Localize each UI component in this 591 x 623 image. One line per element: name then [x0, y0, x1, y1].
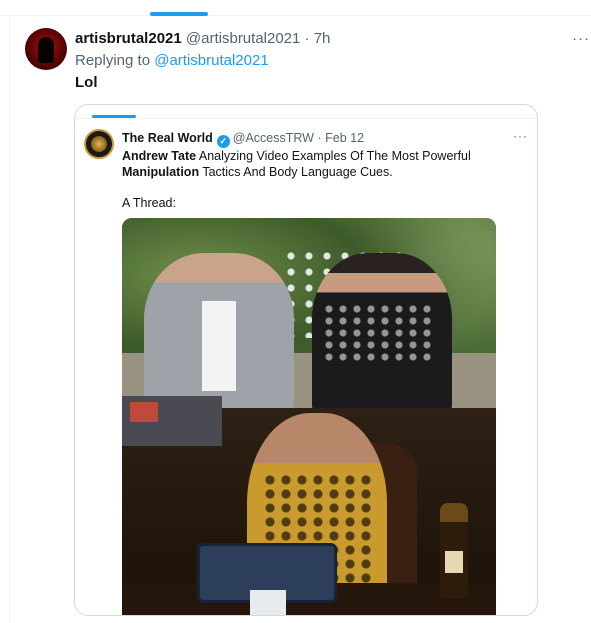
quoted-meta-separator: ·: [317, 131, 322, 145]
quoted-tweet-text: Andrew Tate Analyzing Video Examples Of …: [122, 148, 527, 180]
quoted-text-part-2: Tactics And Body Language Cues.: [199, 165, 393, 179]
author-avatar[interactable]: [25, 28, 67, 70]
top-divider: [0, 15, 591, 16]
tweet-header: artisbrutal2021 @artisbrutal2021 · 7h: [75, 29, 330, 49]
active-tab-indicator: [150, 12, 208, 16]
tweet-timestamp[interactable]: 7h: [314, 30, 331, 47]
quoted-text-part-1: Analyzing Video Examples Of The Most Pow…: [196, 149, 471, 163]
column-divider: [9, 16, 10, 623]
quoted-tweet-header: The Real World ✓ @AccessTRW · Feb 12: [122, 130, 364, 148]
replying-to-line: Replying to @artisbrutal2021: [75, 51, 269, 71]
author-handle[interactable]: @artisbrutal2021: [186, 30, 300, 47]
quote-divider: [75, 118, 537, 119]
quoted-author-avatar[interactable]: [84, 129, 114, 159]
quoted-thread-label: A Thread:: [122, 196, 176, 210]
quoted-text-bold-keyword: Manipulation: [122, 165, 200, 179]
verified-badge-icon: ✓: [216, 135, 230, 148]
quoted-tweet-card[interactable]: The Real World ✓ @AccessTRW · Feb 12 ··· A…: [74, 104, 538, 616]
author-name[interactable]: artisbrutal2021: [75, 30, 182, 47]
quoted-tweet-date[interactable]: Feb 12: [325, 131, 364, 145]
replying-to-handle-link[interactable]: @artisbrutal2021: [154, 52, 268, 69]
more-options-icon[interactable]: ···: [572, 29, 590, 49]
replying-to-label: Replying to: [75, 52, 151, 69]
meta-separator: ·: [304, 30, 310, 47]
tweet-text: Lol: [75, 74, 98, 91]
quoted-tweet-image[interactable]: [122, 218, 496, 615]
quote-tab-indicator: [92, 115, 136, 118]
quoted-text-bold-name: Andrew Tate: [122, 149, 197, 163]
quoted-more-options-icon[interactable]: ···: [513, 129, 528, 143]
quoted-author-name[interactable]: The Real World: [122, 131, 213, 145]
quoted-author-handle[interactable]: @AccessTRW: [233, 131, 314, 145]
